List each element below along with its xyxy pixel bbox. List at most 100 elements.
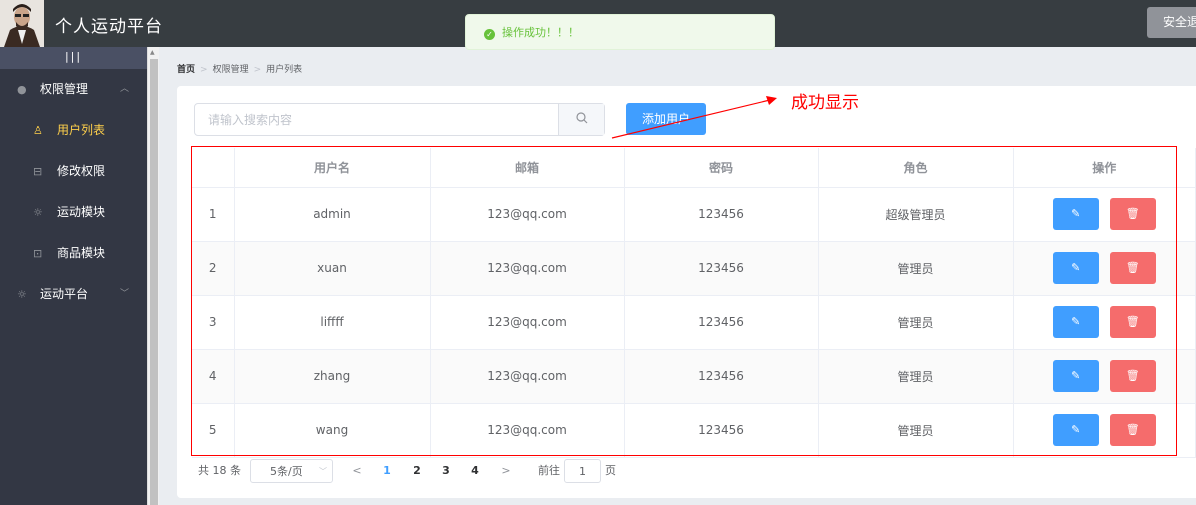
trash-icon: 🗑 [1125, 369, 1140, 382]
next-page-button[interactable]: > [496, 459, 516, 483]
trash-icon: 🗑 [1125, 315, 1140, 328]
cell-email: 123@qq.com [430, 295, 625, 350]
table-row: 3 liffff 123@qq.com 123456 管理员 ✎ 🗑 [192, 295, 1196, 350]
search-icon [575, 112, 587, 124]
user-table: 用户名 邮箱 密码 角色 操作 1 admin 123@qq.com 12345… [192, 148, 1196, 458]
cell-password: 123456 [624, 241, 819, 296]
edit-button[interactable]: ✎ [1052, 198, 1099, 230]
sidebar-toggle-button[interactable]: ||| [0, 47, 147, 69]
delete-button[interactable]: 🗑 [1109, 414, 1156, 446]
add-user-button[interactable]: 添加用户 [626, 103, 706, 135]
search-input[interactable] [195, 104, 558, 135]
cell-role: 超级管理员 [818, 187, 1014, 242]
cell-password: 123456 [624, 295, 819, 350]
edit-icon: ✎ [1071, 207, 1081, 220]
breadcrumb-user-list: 用户列表 [266, 65, 303, 75]
breadcrumb-separator: > [253, 65, 262, 75]
cell-actions: ✎ 🗑 [1013, 349, 1196, 404]
scroll-up-icon[interactable]: ▲ [150, 49, 155, 56]
edit-button[interactable]: ✎ [1052, 360, 1099, 392]
row-index: 1 [192, 187, 235, 242]
cell-actions: ✎ 🗑 [1013, 403, 1196, 458]
cell-username: wang [234, 403, 431, 458]
breadcrumb-permission: 权限管理 [212, 65, 249, 75]
sidebar-item-goods-module[interactable]: ⊡ 商品模块 [0, 233, 147, 274]
delete-button[interactable]: 🗑 [1109, 360, 1156, 392]
cell-password: 123456 [624, 403, 819, 458]
sidebar: ||| ● 权限管理 ︿ ♙ 用户列表 ⊟ 修改权限 ☼ 运动模块 ⊡ 商品模块… [0, 47, 147, 505]
scrollbar-thumb[interactable] [150, 59, 158, 505]
user-icon: ● [17, 83, 27, 96]
edit-icon: ✎ [1071, 315, 1081, 328]
cell-password: 123456 [624, 349, 819, 404]
breadcrumb-separator: > [200, 65, 208, 75]
cell-role: 管理员 [818, 295, 1014, 350]
cell-username: liffff [234, 295, 431, 350]
delete-button[interactable]: 🗑 [1109, 306, 1156, 338]
trash-icon: 🗑 [1125, 207, 1140, 220]
cell-actions: ✎ 🗑 [1013, 187, 1196, 242]
table-row: 2 xuan 123@qq.com 123456 管理员 ✎ 🗑 [192, 241, 1196, 296]
page-number[interactable]: 3 [436, 459, 456, 483]
column-header-password: 密码 [624, 148, 819, 188]
cell-password: 123456 [624, 187, 819, 242]
search-button[interactable] [558, 104, 604, 135]
cell-username: admin [234, 187, 431, 242]
edit-button[interactable]: ✎ [1052, 252, 1099, 284]
logout-button[interactable]: 安全退出 [1147, 7, 1196, 38]
column-header-actions: 操作 [1013, 148, 1196, 188]
delete-button[interactable]: 🗑 [1109, 252, 1156, 284]
check-circle-icon: ✓ [484, 29, 495, 40]
breadcrumb-home[interactable]: 首页 [177, 65, 195, 75]
cell-username: xuan [234, 241, 431, 296]
pagination-total: 共 18 条 [198, 464, 241, 477]
app-title: 个人运动平台 [55, 17, 163, 37]
cell-email: 123@qq.com [430, 349, 625, 404]
sidebar-scrollbar[interactable]: ▲ [147, 47, 159, 505]
cell-actions: ✎ 🗑 [1013, 295, 1196, 350]
cell-email: 123@qq.com [430, 403, 625, 458]
page-size-select[interactable]: 5条/页 ﹀ [250, 459, 333, 483]
chevron-down-icon: ﹀ [120, 289, 130, 299]
jump-prefix: 前往 [538, 464, 560, 477]
trash-icon: 🗑 [1125, 261, 1140, 274]
page-number[interactable]: 4 [465, 459, 485, 483]
chevron-down-icon: ﹀ [319, 467, 327, 476]
sidebar-item-user-list[interactable]: ♙ 用户列表 [0, 110, 147, 151]
trash-icon: 🗑 [1125, 423, 1140, 436]
sidebar-item-sport-module[interactable]: ☼ 运动模块 [0, 192, 147, 233]
column-header-email: 邮箱 [430, 148, 625, 188]
prev-page-button[interactable]: < [347, 459, 367, 483]
edit-icon: ✎ [1071, 369, 1081, 382]
user-outline-icon: ♙ [33, 124, 43, 137]
page-number[interactable]: 2 [407, 459, 427, 483]
sidebar-item-label: 运动平台 [40, 287, 89, 301]
annotation-label: 成功显示 [791, 93, 859, 113]
search-box [194, 103, 605, 136]
page-number[interactable]: 1 [377, 459, 397, 483]
lock-icon: ⊟ [33, 165, 43, 178]
avatar [0, 0, 44, 47]
table-row: 1 admin 123@qq.com 123456 超级管理员 ✎ 🗑 [192, 187, 1196, 242]
row-index: 4 [192, 349, 235, 404]
cell-role: 管理员 [818, 241, 1014, 296]
cell-actions: ✎ 🗑 [1013, 241, 1196, 296]
sidebar-item-label: 用户列表 [57, 123, 106, 137]
cell-username: zhang [234, 349, 431, 404]
toast-message: 操作成功！！！ [502, 26, 579, 39]
sidebar-item-label: 商品模块 [57, 246, 106, 260]
sidebar-item-label: 权限管理 [40, 82, 89, 96]
sidebar-item-edit-permission[interactable]: ⊟ 修改权限 [0, 151, 147, 192]
delete-button[interactable]: 🗑 [1109, 198, 1156, 230]
column-header-role: 角色 [818, 148, 1014, 188]
edit-button[interactable]: ✎ [1052, 414, 1099, 446]
sidebar-item-sport-platform[interactable]: ☼ 运动平台 ﹀ [0, 274, 147, 315]
cell-email: 123@qq.com [430, 187, 625, 242]
jump-page-input[interactable]: 1 [564, 459, 601, 483]
sidebar-item-permission[interactable]: ● 权限管理 ︿ [0, 69, 147, 110]
sun-icon: ☼ [33, 206, 43, 219]
cell-email: 123@qq.com [430, 241, 625, 296]
edit-button[interactable]: ✎ [1052, 306, 1099, 338]
table-row: 4 zhang 123@qq.com 123456 管理员 ✎ 🗑 [192, 349, 1196, 404]
jump-suffix: 页 [605, 464, 616, 477]
